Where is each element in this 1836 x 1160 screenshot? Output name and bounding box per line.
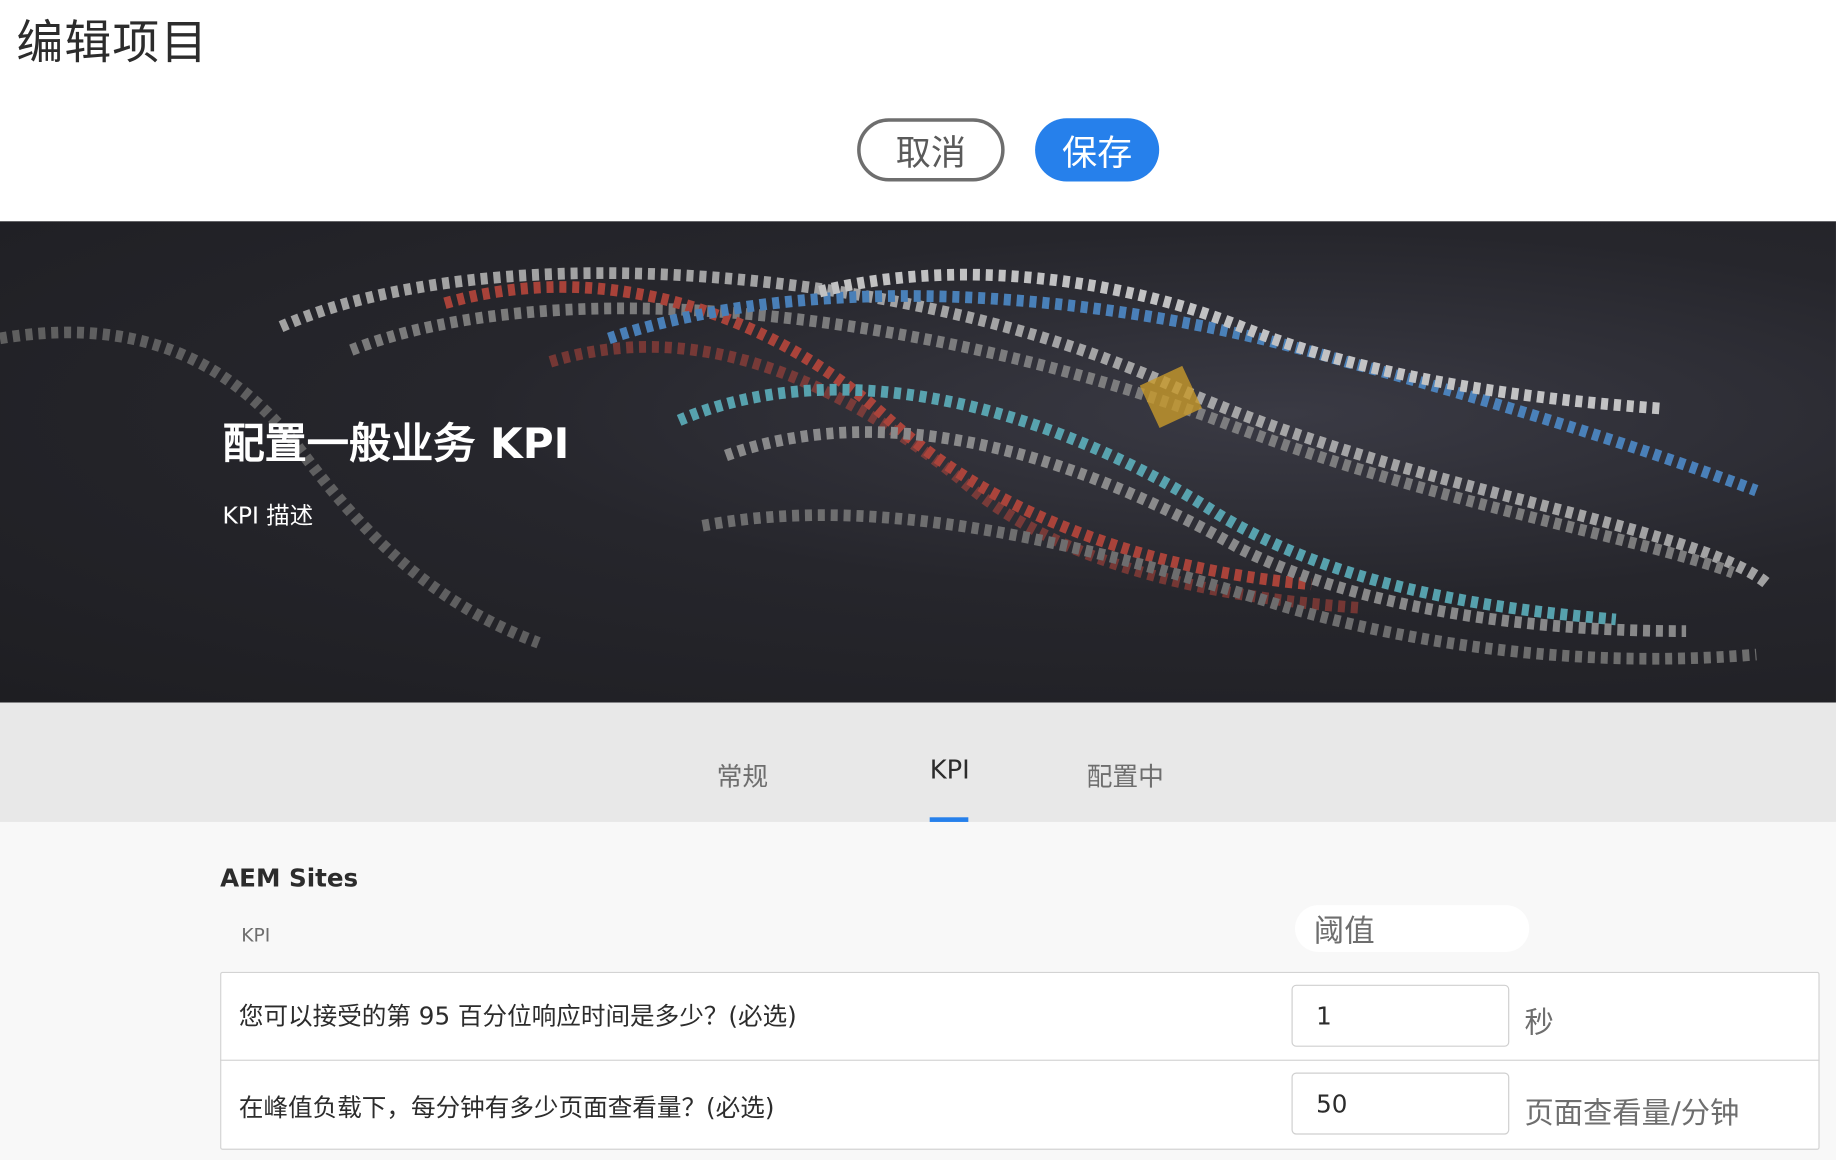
hero-title: 配置一般业务 KPI bbox=[222, 420, 570, 469]
kpi-question-page-views: 在峰值负载下，每分钟有多少页面查看量？(必选) bbox=[238, 1093, 775, 1122]
section-title: AEM Sites bbox=[220, 864, 359, 893]
tab-bar bbox=[0, 702, 1836, 822]
tab-configuration[interactable]: 配置中 bbox=[1087, 756, 1164, 793]
tab-kpi[interactable]: KPI bbox=[930, 756, 970, 785]
page-title: 编辑项目 bbox=[16, 16, 209, 71]
row-divider bbox=[220, 1059, 1820, 1061]
page-views-input[interactable] bbox=[1291, 1072, 1510, 1135]
page: 编辑项目 取消 保存 配置一般业务 KPI KPI 描述 常规 KPI 配置中 … bbox=[0, 0, 1836, 1160]
column-header-kpi: KPI bbox=[241, 923, 271, 947]
column-header-threshold: 阈值 bbox=[1295, 905, 1530, 952]
page-views-unit: 页面查看量/分钟 bbox=[1524, 1095, 1740, 1130]
save-button[interactable]: 保存 bbox=[1035, 118, 1160, 182]
hero-description: KPI 描述 bbox=[222, 501, 314, 530]
response-time-input[interactable] bbox=[1291, 984, 1510, 1047]
cancel-button[interactable]: 取消 bbox=[857, 118, 1005, 182]
kpi-question-response-time: 您可以接受的第 95 百分位响应时间是多少？(必选) bbox=[238, 1002, 797, 1031]
response-time-unit: 秒 bbox=[1524, 1005, 1554, 1040]
tab-general[interactable]: 常规 bbox=[717, 756, 769, 793]
